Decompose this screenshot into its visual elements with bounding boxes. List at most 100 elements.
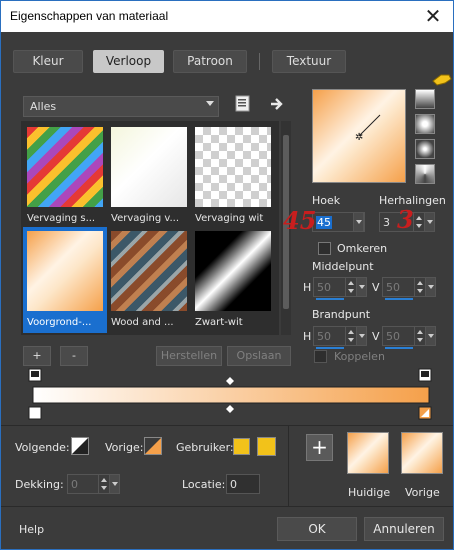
- gradient-preview-large[interactable]: ✲: [312, 89, 406, 183]
- previous-swatch-label: Vorige: [405, 486, 440, 499]
- center-h-dropdown[interactable]: [356, 277, 367, 297]
- gradient-item-selected[interactable]: Voorgrond-...: [23, 227, 107, 333]
- add-gradient-button[interactable]: +: [23, 346, 51, 366]
- divider: [1, 425, 453, 426]
- opacity-stepper[interactable]: [98, 475, 109, 493]
- gradient-preview: [111, 231, 187, 311]
- tab-verloop[interactable]: Verloop: [93, 50, 164, 73]
- ok-button[interactable]: OK: [277, 517, 357, 541]
- focal-v-bar: [385, 347, 413, 349]
- reset-button[interactable]: Herstellen: [156, 346, 222, 366]
- gradient-caption: Vervaging s...: [27, 213, 96, 224]
- gradient-caption: Vervaging v...: [111, 213, 180, 224]
- location-input[interactable]: 0: [226, 474, 260, 494]
- user-label: Gebruiker:: [176, 441, 234, 454]
- opacity-stop-start[interactable]: [28, 368, 42, 382]
- next-label: Volgende:: [15, 441, 70, 454]
- gradient-item[interactable]: Vervaging wit: [191, 123, 275, 229]
- foreground-swatch-icon[interactable]: [71, 437, 89, 455]
- radial-style-button[interactable]: [415, 139, 435, 159]
- sunburst-style-button[interactable]: [415, 164, 435, 184]
- gradient-caption: Vervaging wit: [195, 213, 264, 224]
- center-v-spinner[interactable]: 50: [382, 277, 426, 300]
- focal-h-dropdown[interactable]: [356, 326, 367, 346]
- focal-h-spinner[interactable]: 50: [313, 326, 357, 349]
- location-label: Locatie:: [182, 478, 226, 491]
- center-h-spinner[interactable]: 50: [313, 277, 357, 300]
- focal-label: Brandpunt: [312, 308, 371, 321]
- focal-h-value[interactable]: 50: [317, 330, 331, 343]
- link-checkbox[interactable]: [314, 350, 327, 363]
- focal-h-bar: [316, 347, 344, 349]
- center-h-label: H: [303, 281, 312, 294]
- help-link[interactable]: Help: [19, 523, 44, 536]
- repeats-dropdown[interactable]: [424, 212, 435, 232]
- angle-handle-icon[interactable]: ✲: [313, 90, 405, 182]
- svg-text:✲: ✲: [355, 132, 363, 143]
- center-h-bar: [316, 298, 344, 300]
- color-stop-start[interactable]: [28, 406, 42, 420]
- center-v-value[interactable]: 50: [386, 281, 400, 294]
- gradient-bar[interactable]: [32, 386, 430, 404]
- opacity-spinner[interactable]: 0: [67, 474, 110, 494]
- remove-gradient-button[interactable]: -: [60, 346, 88, 366]
- category-dropdown[interactable]: Alles: [23, 96, 219, 117]
- focal-h-stepper[interactable]: [345, 327, 356, 345]
- center-label: Middelpunt: [312, 260, 374, 273]
- focal-v-value[interactable]: 50: [386, 330, 400, 343]
- library-icon[interactable]: [234, 95, 252, 113]
- background-swatch-icon[interactable]: [144, 437, 162, 455]
- angle-dropdown[interactable]: [353, 212, 364, 232]
- user-color-swatch-1[interactable]: [233, 438, 250, 455]
- user-color-swatch-2[interactable]: [257, 437, 276, 456]
- add-to-swatches-button[interactable]: +: [306, 434, 333, 461]
- opacity-stop-end[interactable]: [418, 368, 432, 382]
- center-v-bar: [385, 298, 413, 300]
- invert-label: Omkeren: [337, 242, 388, 255]
- rectangular-style-button[interactable]: [415, 114, 435, 134]
- angle-annotation: 45: [283, 206, 317, 235]
- link-label: Koppelen: [334, 350, 385, 363]
- gradient-preview: [195, 127, 271, 207]
- current-swatch[interactable]: [347, 432, 389, 474]
- divider: [288, 426, 289, 506]
- category-value: Alles: [30, 100, 57, 113]
- material-properties-dialog: Eigenschappen van materiaal ✕ Kleur Verl…: [0, 0, 454, 550]
- gradient-item[interactable]: Wood and ...: [107, 227, 191, 333]
- gradient-library: Vervaging s... Vervaging v... Vervaging …: [21, 121, 279, 335]
- tab-textuur[interactable]: Textuur: [272, 50, 346, 73]
- focal-v-dropdown[interactable]: [425, 326, 436, 346]
- tab-patroon[interactable]: Patroon: [173, 50, 247, 73]
- gradient-item[interactable]: Vervaging v...: [107, 123, 191, 229]
- previous-swatch[interactable]: [401, 432, 443, 474]
- cancel-button[interactable]: Annuleren: [364, 517, 444, 541]
- prev-label: Vorige:: [105, 441, 144, 454]
- opacity-label: Dekking:: [15, 478, 64, 491]
- center-v-stepper[interactable]: [414, 278, 425, 296]
- title-bar: Eigenschappen van materiaal ✕: [1, 1, 453, 32]
- gradient-item[interactable]: Vervaging s...: [23, 123, 107, 229]
- linear-style-button[interactable]: [415, 89, 435, 109]
- location-value[interactable]: 0: [230, 478, 237, 491]
- repeats-stepper[interactable]: [413, 213, 424, 231]
- invert-checkbox[interactable]: [318, 242, 331, 255]
- center-v-dropdown[interactable]: [425, 277, 436, 297]
- color-stop-end[interactable]: [418, 406, 432, 420]
- opacity-value[interactable]: 0: [71, 478, 78, 491]
- dialog-title: Eigenschappen van materiaal: [10, 9, 169, 23]
- tab-kleur[interactable]: Kleur: [13, 50, 83, 73]
- focal-v-stepper[interactable]: [414, 327, 425, 345]
- center-h-value[interactable]: 50: [317, 281, 331, 294]
- gradient-editor[interactable]: [27, 367, 437, 423]
- angle-value[interactable]: 45: [316, 216, 332, 229]
- divider: [1, 506, 453, 507]
- arrow-right-icon[interactable]: [269, 96, 285, 112]
- repeats-value[interactable]: 3: [383, 216, 390, 229]
- opacity-dropdown[interactable]: [109, 474, 120, 494]
- tab-separator: [259, 53, 260, 70]
- save-button[interactable]: Opslaan: [227, 346, 291, 366]
- focal-v-spinner[interactable]: 50: [382, 326, 426, 349]
- center-h-stepper[interactable]: [345, 278, 356, 296]
- gradient-item[interactable]: Zwart-wit: [191, 227, 275, 333]
- close-icon[interactable]: ✕: [421, 4, 445, 28]
